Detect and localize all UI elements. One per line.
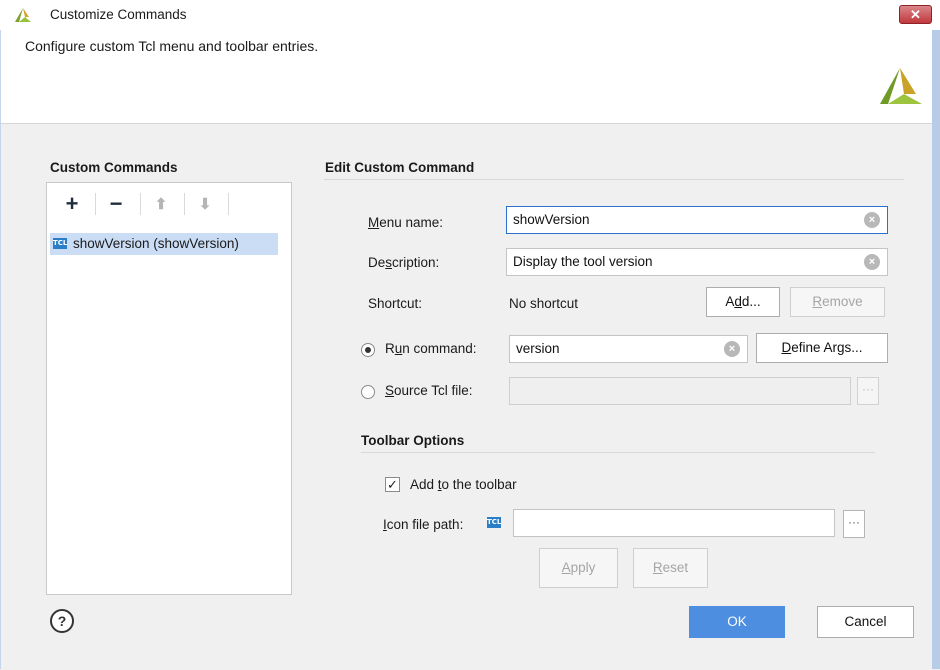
edit-command-title: Edit Custom Command <box>325 160 475 175</box>
define-args-button[interactable]: Define Args... <box>756 333 888 363</box>
source-tcl-label: Source Tcl file: <box>385 383 473 398</box>
move-up-icon[interactable]: ⬆ <box>151 195 171 215</box>
clear-icon[interactable]: × <box>864 212 880 228</box>
list-item-label: showVersion (showVersion) <box>73 236 239 251</box>
toolbar-separator <box>95 193 96 215</box>
icon-path-field[interactable] <box>513 509 835 537</box>
icon-path-label: Icon file path: <box>383 517 464 532</box>
remove-shortcut-button[interactable]: Remove <box>790 287 885 317</box>
dialog-description: Configure custom Tcl menu and toolbar en… <box>25 38 319 54</box>
ok-button[interactable]: OK <box>689 606 785 638</box>
cancel-button[interactable]: Cancel <box>817 606 914 638</box>
shortcut-value: No shortcut <box>509 296 579 311</box>
window-border-left <box>0 30 1 669</box>
help-icon[interactable]: ? <box>50 609 74 633</box>
source-tcl-field[interactable] <box>509 377 851 405</box>
window-border-right <box>932 30 940 669</box>
toolbar-options-title: Toolbar Options <box>361 433 465 448</box>
window-title: Customize Commands <box>50 7 187 22</box>
add-shortcut-button[interactable]: Add... <box>706 287 780 317</box>
toolbar-separator <box>140 193 141 215</box>
source-tcl-radio[interactable] <box>361 385 375 399</box>
add-to-toolbar-checkbox[interactable]: ✓ <box>385 477 400 492</box>
menu-name-label: Menu name: <box>368 215 444 230</box>
apply-button[interactable]: Apply <box>539 548 618 588</box>
browse-tcl-button[interactable]: ··· <box>857 377 879 405</box>
run-command-field[interactable]: version <box>509 335 748 363</box>
description-label: Description: <box>368 255 440 270</box>
close-button[interactable]: ✕ <box>899 5 932 24</box>
browse-icon-button[interactable]: ··· <box>843 510 865 538</box>
custom-commands-title: Custom Commands <box>50 160 178 175</box>
description-field[interactable]: Display the tool version <box>506 248 888 276</box>
reset-button[interactable]: Reset <box>633 548 708 588</box>
run-command-label: Run command: <box>385 341 477 356</box>
move-down-icon[interactable]: ⬇ <box>195 195 215 215</box>
tcl-icon: TCL <box>487 517 502 528</box>
add-command-icon[interactable]: + <box>62 193 82 215</box>
clear-icon[interactable]: × <box>864 254 880 270</box>
shortcut-label: Shortcut: <box>368 296 423 311</box>
app-logo-icon <box>15 8 31 22</box>
toolbar-separator <box>184 193 185 215</box>
run-command-radio[interactable] <box>361 343 375 357</box>
tcl-icon: TCL <box>53 238 68 249</box>
menu-name-field[interactable]: showVersion <box>506 206 888 234</box>
section-divider <box>324 179 904 180</box>
remove-command-icon[interactable]: − <box>106 193 126 215</box>
add-to-toolbar-label: Add to the toolbar <box>410 477 517 492</box>
brand-logo-icon <box>880 68 922 104</box>
section-divider <box>361 452 875 453</box>
clear-icon[interactable]: × <box>724 341 740 357</box>
toolbar-separator <box>228 193 229 215</box>
